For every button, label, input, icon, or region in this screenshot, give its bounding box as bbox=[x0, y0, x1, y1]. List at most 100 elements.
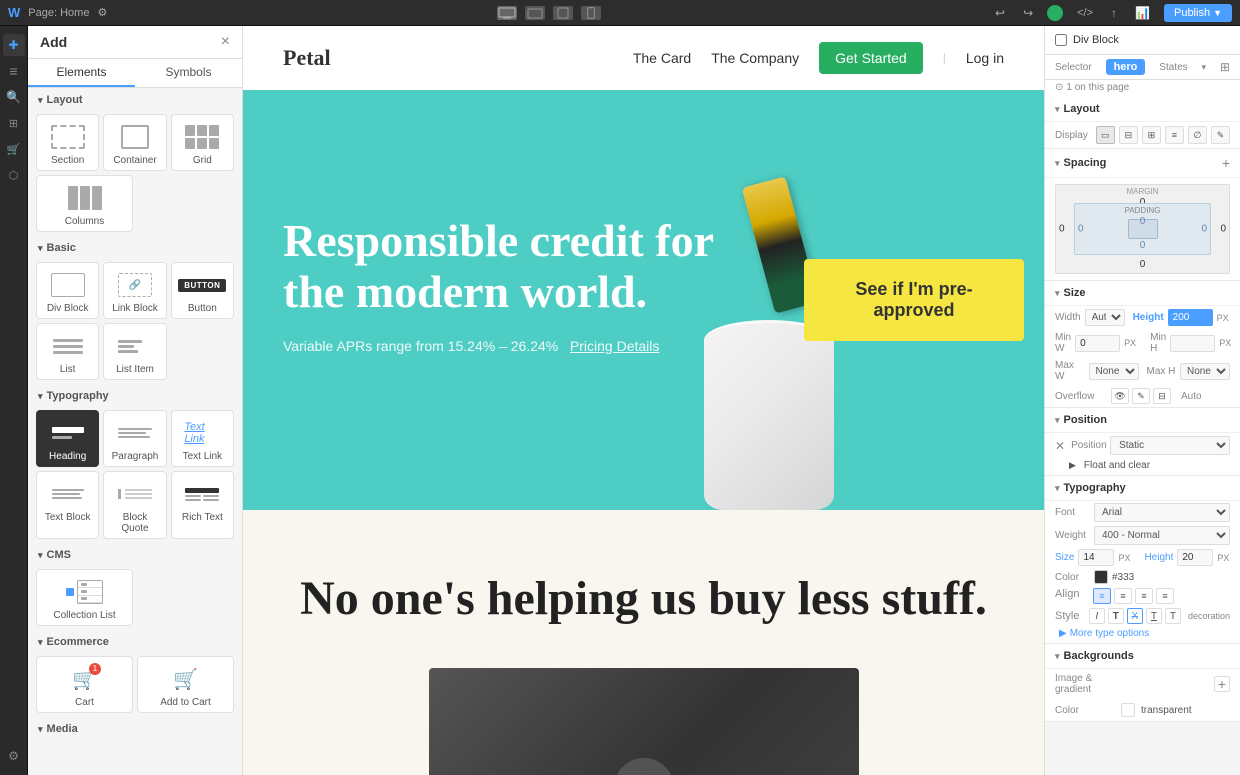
display-grid-btn[interactable]: ⊞ bbox=[1142, 126, 1161, 144]
hero-section[interactable]: Responsible credit for the modern world.… bbox=[243, 90, 1044, 510]
hero-subtitle-link[interactable]: Pricing Details bbox=[570, 338, 659, 354]
rp-backgrounds-header[interactable]: ▾ Backgrounds bbox=[1045, 644, 1240, 669]
selector-tag[interactable]: hero bbox=[1106, 59, 1146, 75]
cart-element[interactable]: 🛒 1 Cart bbox=[36, 656, 133, 713]
nav-link-company[interactable]: The Company bbox=[711, 50, 799, 66]
rp-position-header[interactable]: ▾ Position bbox=[1045, 408, 1240, 433]
analytics-button[interactable]: 📊 bbox=[1131, 4, 1154, 22]
padding-val-top[interactable]: 0 bbox=[1140, 216, 1146, 227]
display-edit-btn[interactable]: ✎ bbox=[1211, 126, 1230, 144]
element-checkbox[interactable] bbox=[1055, 34, 1067, 46]
rp-layout-header[interactable]: ▾ Layout bbox=[1045, 97, 1240, 122]
strikethrough-btn[interactable]: X bbox=[1127, 608, 1143, 624]
section-element[interactable]: Section bbox=[36, 114, 99, 171]
settings-icon[interactable]: ⚙ bbox=[3, 745, 25, 767]
add-panel-icon[interactable]: ✚ bbox=[3, 34, 25, 56]
nav-link-card[interactable]: The Card bbox=[633, 50, 691, 66]
section-cms-header[interactable]: ▾ CMS bbox=[28, 543, 242, 565]
align-right-btn[interactable]: ≡ bbox=[1135, 588, 1153, 604]
rp-typography-header[interactable]: ▾ Typography bbox=[1045, 476, 1240, 501]
paragraph-element[interactable]: Paragraph bbox=[103, 410, 166, 467]
video-placeholder[interactable]: ▶ ⊙ Petal - Credit For An Irresponsible … bbox=[429, 668, 859, 775]
overflow-scroll-btn[interactable]: ⊟ bbox=[1153, 388, 1171, 404]
publish-button[interactable]: Publish ▼ bbox=[1164, 4, 1232, 22]
underline-btn[interactable]: T bbox=[1146, 608, 1162, 624]
columns-element[interactable]: Columns bbox=[36, 175, 133, 232]
padding-val-bottom[interactable]: 0 bbox=[1140, 240, 1146, 251]
section-basic-header[interactable]: ▾ Basic bbox=[28, 236, 242, 258]
float-clear-row[interactable]: ▶ Float and clear bbox=[1045, 458, 1240, 475]
display-inline-btn[interactable]: ≡ bbox=[1165, 126, 1184, 144]
spacing-expand-icon[interactable]: + bbox=[1222, 155, 1230, 171]
padding-val-left[interactable]: 0 bbox=[1078, 224, 1084, 235]
nav-login-link[interactable]: Log in bbox=[966, 50, 1004, 66]
assets-icon[interactable]: ⬡ bbox=[3, 164, 25, 186]
overflow-visible-btn[interactable]: 👁 bbox=[1111, 388, 1129, 404]
padding-val-right[interactable]: 0 bbox=[1201, 224, 1207, 235]
text-block-element[interactable]: Text Block bbox=[36, 471, 99, 539]
list-element[interactable]: List bbox=[36, 323, 99, 380]
typo-height-input[interactable] bbox=[1177, 549, 1213, 566]
max-w-select[interactable]: None bbox=[1089, 363, 1139, 380]
font-select[interactable]: Arial bbox=[1094, 503, 1230, 522]
close-panel-button[interactable]: × bbox=[221, 34, 230, 50]
tab-symbols[interactable]: Symbols bbox=[135, 59, 242, 87]
rp-spacing-header[interactable]: ▾ Spacing + bbox=[1045, 149, 1240, 178]
rich-text-element[interactable]: Rich Text bbox=[171, 471, 234, 539]
nav-cta-button[interactable]: Get Started bbox=[819, 42, 923, 74]
typo-size-input[interactable] bbox=[1078, 549, 1114, 566]
collection-list-element[interactable]: Collection List bbox=[36, 569, 133, 626]
cms-icon[interactable]: ⊞ bbox=[3, 112, 25, 134]
rp-size-header[interactable]: ▾ Size bbox=[1045, 281, 1240, 306]
height-input[interactable] bbox=[1168, 309, 1213, 326]
width-mode-select[interactable]: Auto bbox=[1085, 309, 1125, 326]
redo-button[interactable]: ↪ bbox=[1019, 4, 1037, 22]
search-icon[interactable]: 🔍 bbox=[3, 86, 25, 108]
max-h-select[interactable]: None bbox=[1180, 363, 1230, 380]
canvas-area[interactable]: Petal The Card The Company Get Started |… bbox=[243, 26, 1044, 775]
desktop-large-button[interactable] bbox=[497, 6, 517, 20]
margin-right-value[interactable]: 0 bbox=[1220, 224, 1226, 235]
ecommerce-icon[interactable]: 🛒 bbox=[3, 138, 25, 160]
block-quote-element[interactable]: Block Quote bbox=[103, 471, 166, 539]
align-center-btn[interactable]: ≡ bbox=[1114, 588, 1132, 604]
mobile-button[interactable] bbox=[581, 6, 601, 20]
section-typography-header[interactable]: ▾ Typography bbox=[28, 384, 242, 406]
overflow-hidden-btn[interactable]: ✎ bbox=[1132, 388, 1150, 404]
margin-left-value[interactable]: 0 bbox=[1059, 224, 1065, 235]
display-flex-btn[interactable]: ⊟ bbox=[1119, 126, 1138, 144]
text-link-element[interactable]: Text Link Text Link bbox=[171, 410, 234, 467]
uppercase-btn[interactable]: T bbox=[1165, 608, 1181, 624]
align-left-btn[interactable]: ≡ bbox=[1093, 588, 1111, 604]
code-button[interactable]: </> bbox=[1073, 5, 1097, 21]
heading-element[interactable]: Heading bbox=[36, 410, 99, 467]
navigator-icon[interactable]: ≡ bbox=[3, 60, 25, 82]
position-select[interactable]: Static Relative Absolute Fixed bbox=[1110, 436, 1230, 455]
min-w-input[interactable] bbox=[1075, 335, 1120, 352]
list-item-element[interactable]: List Item bbox=[103, 323, 166, 380]
padding-top-value[interactable]: PADDING bbox=[1125, 206, 1161, 215]
add-background-button[interactable]: + bbox=[1214, 676, 1230, 692]
add-to-cart-element[interactable]: 🛒 Add to Cart bbox=[137, 656, 234, 713]
section-media-header[interactable]: ▾ Media bbox=[28, 717, 242, 739]
min-h-input[interactable] bbox=[1170, 335, 1215, 352]
settings-icon[interactable]: ⚙ bbox=[97, 6, 107, 19]
export-button[interactable]: ↑ bbox=[1107, 4, 1121, 22]
align-justify-btn[interactable]: ≡ bbox=[1156, 588, 1174, 604]
section-ecommerce-header[interactable]: ▾ Ecommerce bbox=[28, 630, 242, 652]
cta-yellow-box[interactable]: See if I'm pre-approved bbox=[804, 259, 1024, 341]
tablet-landscape-button[interactable] bbox=[525, 6, 545, 20]
container-element[interactable]: Container bbox=[103, 114, 166, 171]
weight-select[interactable]: 400 - Normal bbox=[1094, 526, 1230, 545]
button-element[interactable]: BUTTON Button bbox=[171, 262, 234, 319]
more-type-options[interactable]: ▶ More type options bbox=[1045, 626, 1240, 643]
selector-grid-icon[interactable]: ⊞ bbox=[1220, 60, 1230, 74]
color-swatch[interactable] bbox=[1094, 570, 1108, 584]
display-none-btn[interactable]: ∅ bbox=[1188, 126, 1207, 144]
bold-btn[interactable]: T bbox=[1108, 608, 1124, 624]
grid-element[interactable]: Grid bbox=[171, 114, 234, 171]
bg-color-swatch[interactable] bbox=[1121, 703, 1135, 717]
display-block-btn[interactable]: ▭ bbox=[1096, 126, 1115, 144]
link-block-element[interactable]: 🔗 Link Block bbox=[103, 262, 166, 319]
margin-bottom-value[interactable]: 0 bbox=[1140, 259, 1146, 270]
